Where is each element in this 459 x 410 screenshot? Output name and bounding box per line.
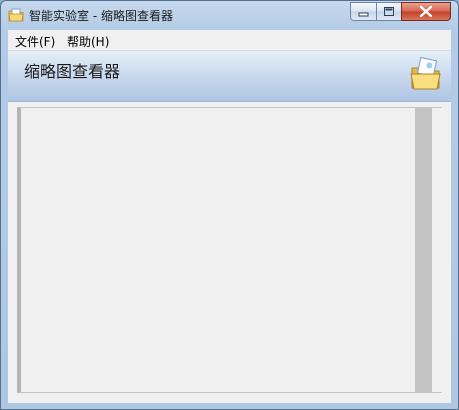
window-title: 智能实验室 - 缩略图查看器 — [29, 9, 173, 23]
vertical-scrollbar[interactable] — [415, 107, 432, 393]
open-folder-icon — [410, 56, 441, 90]
menu-help[interactable]: 帮助(H) — [67, 33, 109, 50]
minimize-icon — [358, 12, 369, 17]
minimize-button[interactable] — [350, 2, 377, 21]
app-window: 智能实验室 - 缩略图查看器 文件(F) 帮助(H) 缩略图查看器 — [0, 0, 459, 410]
maximize-button[interactable] — [376, 2, 402, 21]
close-button[interactable] — [401, 2, 451, 21]
header-banner: 缩略图查看器 — [8, 51, 451, 102]
folder-image-icon — [8, 8, 24, 22]
content-area — [8, 102, 451, 403]
menu-file[interactable]: 文件(F) — [15, 33, 55, 50]
close-icon — [419, 5, 433, 18]
banner-title: 缩略图查看器 — [24, 62, 121, 81]
thumbnail-list-panel[interactable] — [17, 107, 442, 393]
maximize-icon — [384, 7, 394, 16]
title-bar[interactable]: 智能实验室 - 缩略图查看器 — [1, 1, 458, 30]
menu-bar: 文件(F) 帮助(H) — [8, 30, 451, 51]
